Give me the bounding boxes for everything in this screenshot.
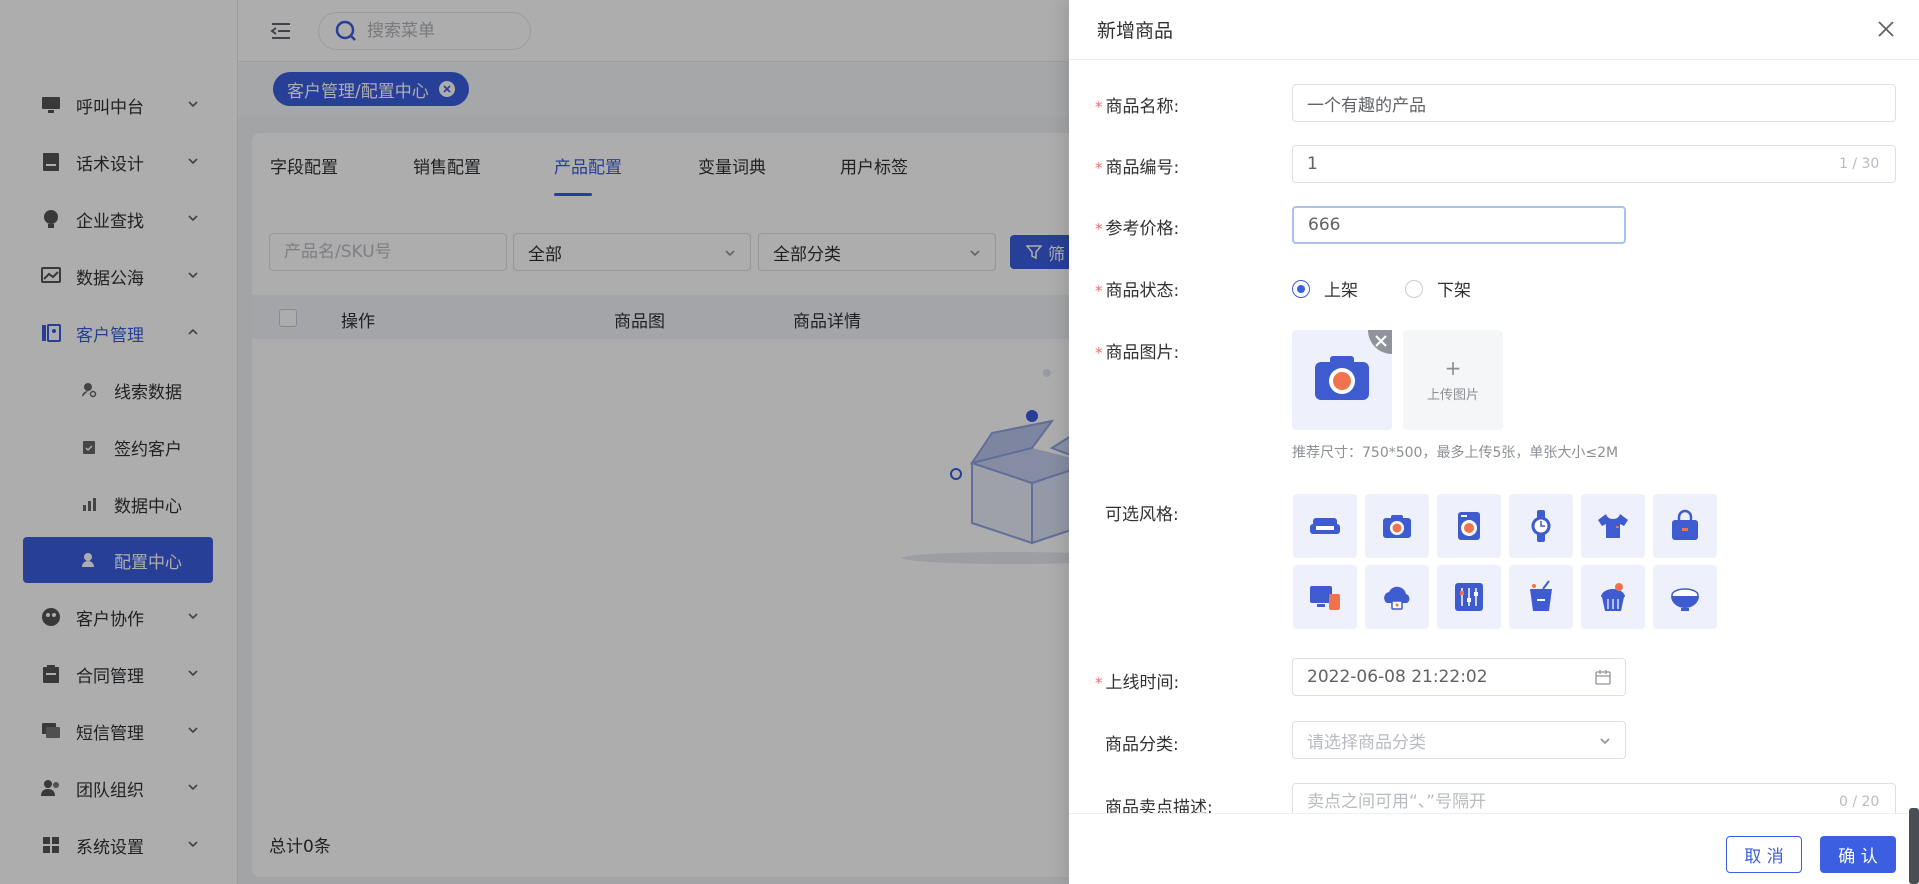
style-option-cloud[interactable] — [1365, 565, 1429, 629]
style-option-drink[interactable] — [1509, 565, 1573, 629]
cupcake-icon — [1601, 583, 1625, 611]
cloud-icon — [1384, 586, 1410, 610]
style-option-cupcake[interactable] — [1581, 565, 1645, 629]
style-option-washing-machine[interactable] — [1437, 494, 1501, 558]
washing-machine-icon — [1458, 512, 1480, 540]
radio-dot — [1405, 279, 1423, 298]
radio-dot — [1292, 279, 1310, 298]
tshirt-icon — [1598, 514, 1628, 538]
plus-icon: + — [1444, 355, 1462, 380]
product-code-input[interactable] — [1292, 145, 1896, 183]
online-time-label: * 上线时间: — [1095, 673, 1180, 693]
style-option-bag[interactable] — [1653, 494, 1717, 558]
upload-image-button[interactable]: + 上传图片 — [1403, 330, 1503, 430]
upload-image-label: 上传图片 — [1426, 387, 1479, 403]
online-time-input[interactable] — [1292, 658, 1626, 696]
scrollbar-thumb[interactable] — [1909, 808, 1919, 884]
sofa-icon — [1310, 518, 1340, 534]
style-option-tshirt[interactable] — [1581, 494, 1645, 558]
selling-points-counter: 0 / 20 — [1839, 794, 1880, 810]
devices-icon — [1310, 586, 1340, 610]
style-option-rice-bowl[interactable] — [1653, 565, 1717, 629]
product-form: *商品名称: *商品编号: 1 / 30 *参考价格: *商品状态: 上架 下架… — [1069, 60, 1919, 813]
mixer-icon — [1455, 583, 1483, 611]
selling-points-input[interactable] — [1292, 783, 1896, 813]
product-code-counter: 1 / 30 — [1839, 156, 1880, 172]
remove-image-icon[interactable] — [1368, 330, 1392, 354]
close-icon[interactable] — [1875, 18, 1897, 40]
status-off-label: 下架 — [1437, 281, 1471, 301]
chevron-down-icon — [1600, 738, 1610, 745]
product-category-label: 商品分类: — [1105, 735, 1179, 755]
style-option-camera[interactable] — [1365, 494, 1429, 558]
uploaded-image[interactable] — [1292, 330, 1392, 430]
bag-icon — [1672, 509, 1698, 540]
add-product-drawer: 新增商品 *商品名称: *商品编号: 1 / 30 *参考价格: *商品状态: … — [1069, 0, 1919, 884]
product-category-select[interactable]: 请选择商品分类 — [1292, 721, 1626, 759]
product-name-input[interactable] — [1292, 84, 1896, 122]
style-option-devices[interactable] — [1293, 565, 1357, 629]
calendar-icon[interactable] — [1595, 669, 1611, 685]
drink-icon — [1530, 580, 1552, 611]
drawer-header: 新增商品 — [1069, 0, 1919, 60]
style-label: 可选风格: — [1105, 505, 1179, 525]
style-option-sofa[interactable] — [1293, 494, 1357, 558]
status-off-radio[interactable]: 下架 — [1405, 276, 1471, 301]
confirm-button[interactable]: 确 认 — [1820, 836, 1896, 873]
style-option-watch[interactable] — [1509, 494, 1573, 558]
rice-bowl-icon — [1671, 588, 1699, 611]
watch-icon — [1531, 510, 1551, 542]
drawer-footer: 取 消 确 认 — [1069, 813, 1919, 884]
reference-price-input[interactable] — [1292, 206, 1626, 244]
drawer-title: 新增商品 — [1097, 20, 1174, 42]
status-on-label: 上架 — [1324, 281, 1358, 301]
product-name-label: * 商品名称: — [1095, 97, 1180, 117]
reference-price-label: * 参考价格: — [1095, 219, 1180, 239]
selling-points-label: 商品卖点描述: — [1105, 798, 1213, 813]
product-code-label: * 商品编号: — [1095, 158, 1180, 178]
image-hint: 推荐尺寸：750*500，最多上传5张，单张大小≤2M — [1292, 445, 1619, 461]
style-option-mixer[interactable] — [1437, 565, 1501, 629]
camera-icon — [1383, 515, 1411, 538]
product-image-label: * 商品图片: — [1095, 343, 1180, 363]
product-status-label: * 商品状态: — [1095, 281, 1180, 301]
status-on-radio[interactable]: 上架 — [1292, 276, 1358, 301]
product-category-placeholder: 请选择商品分类 — [1307, 732, 1426, 753]
cancel-button[interactable]: 取 消 — [1726, 836, 1802, 873]
